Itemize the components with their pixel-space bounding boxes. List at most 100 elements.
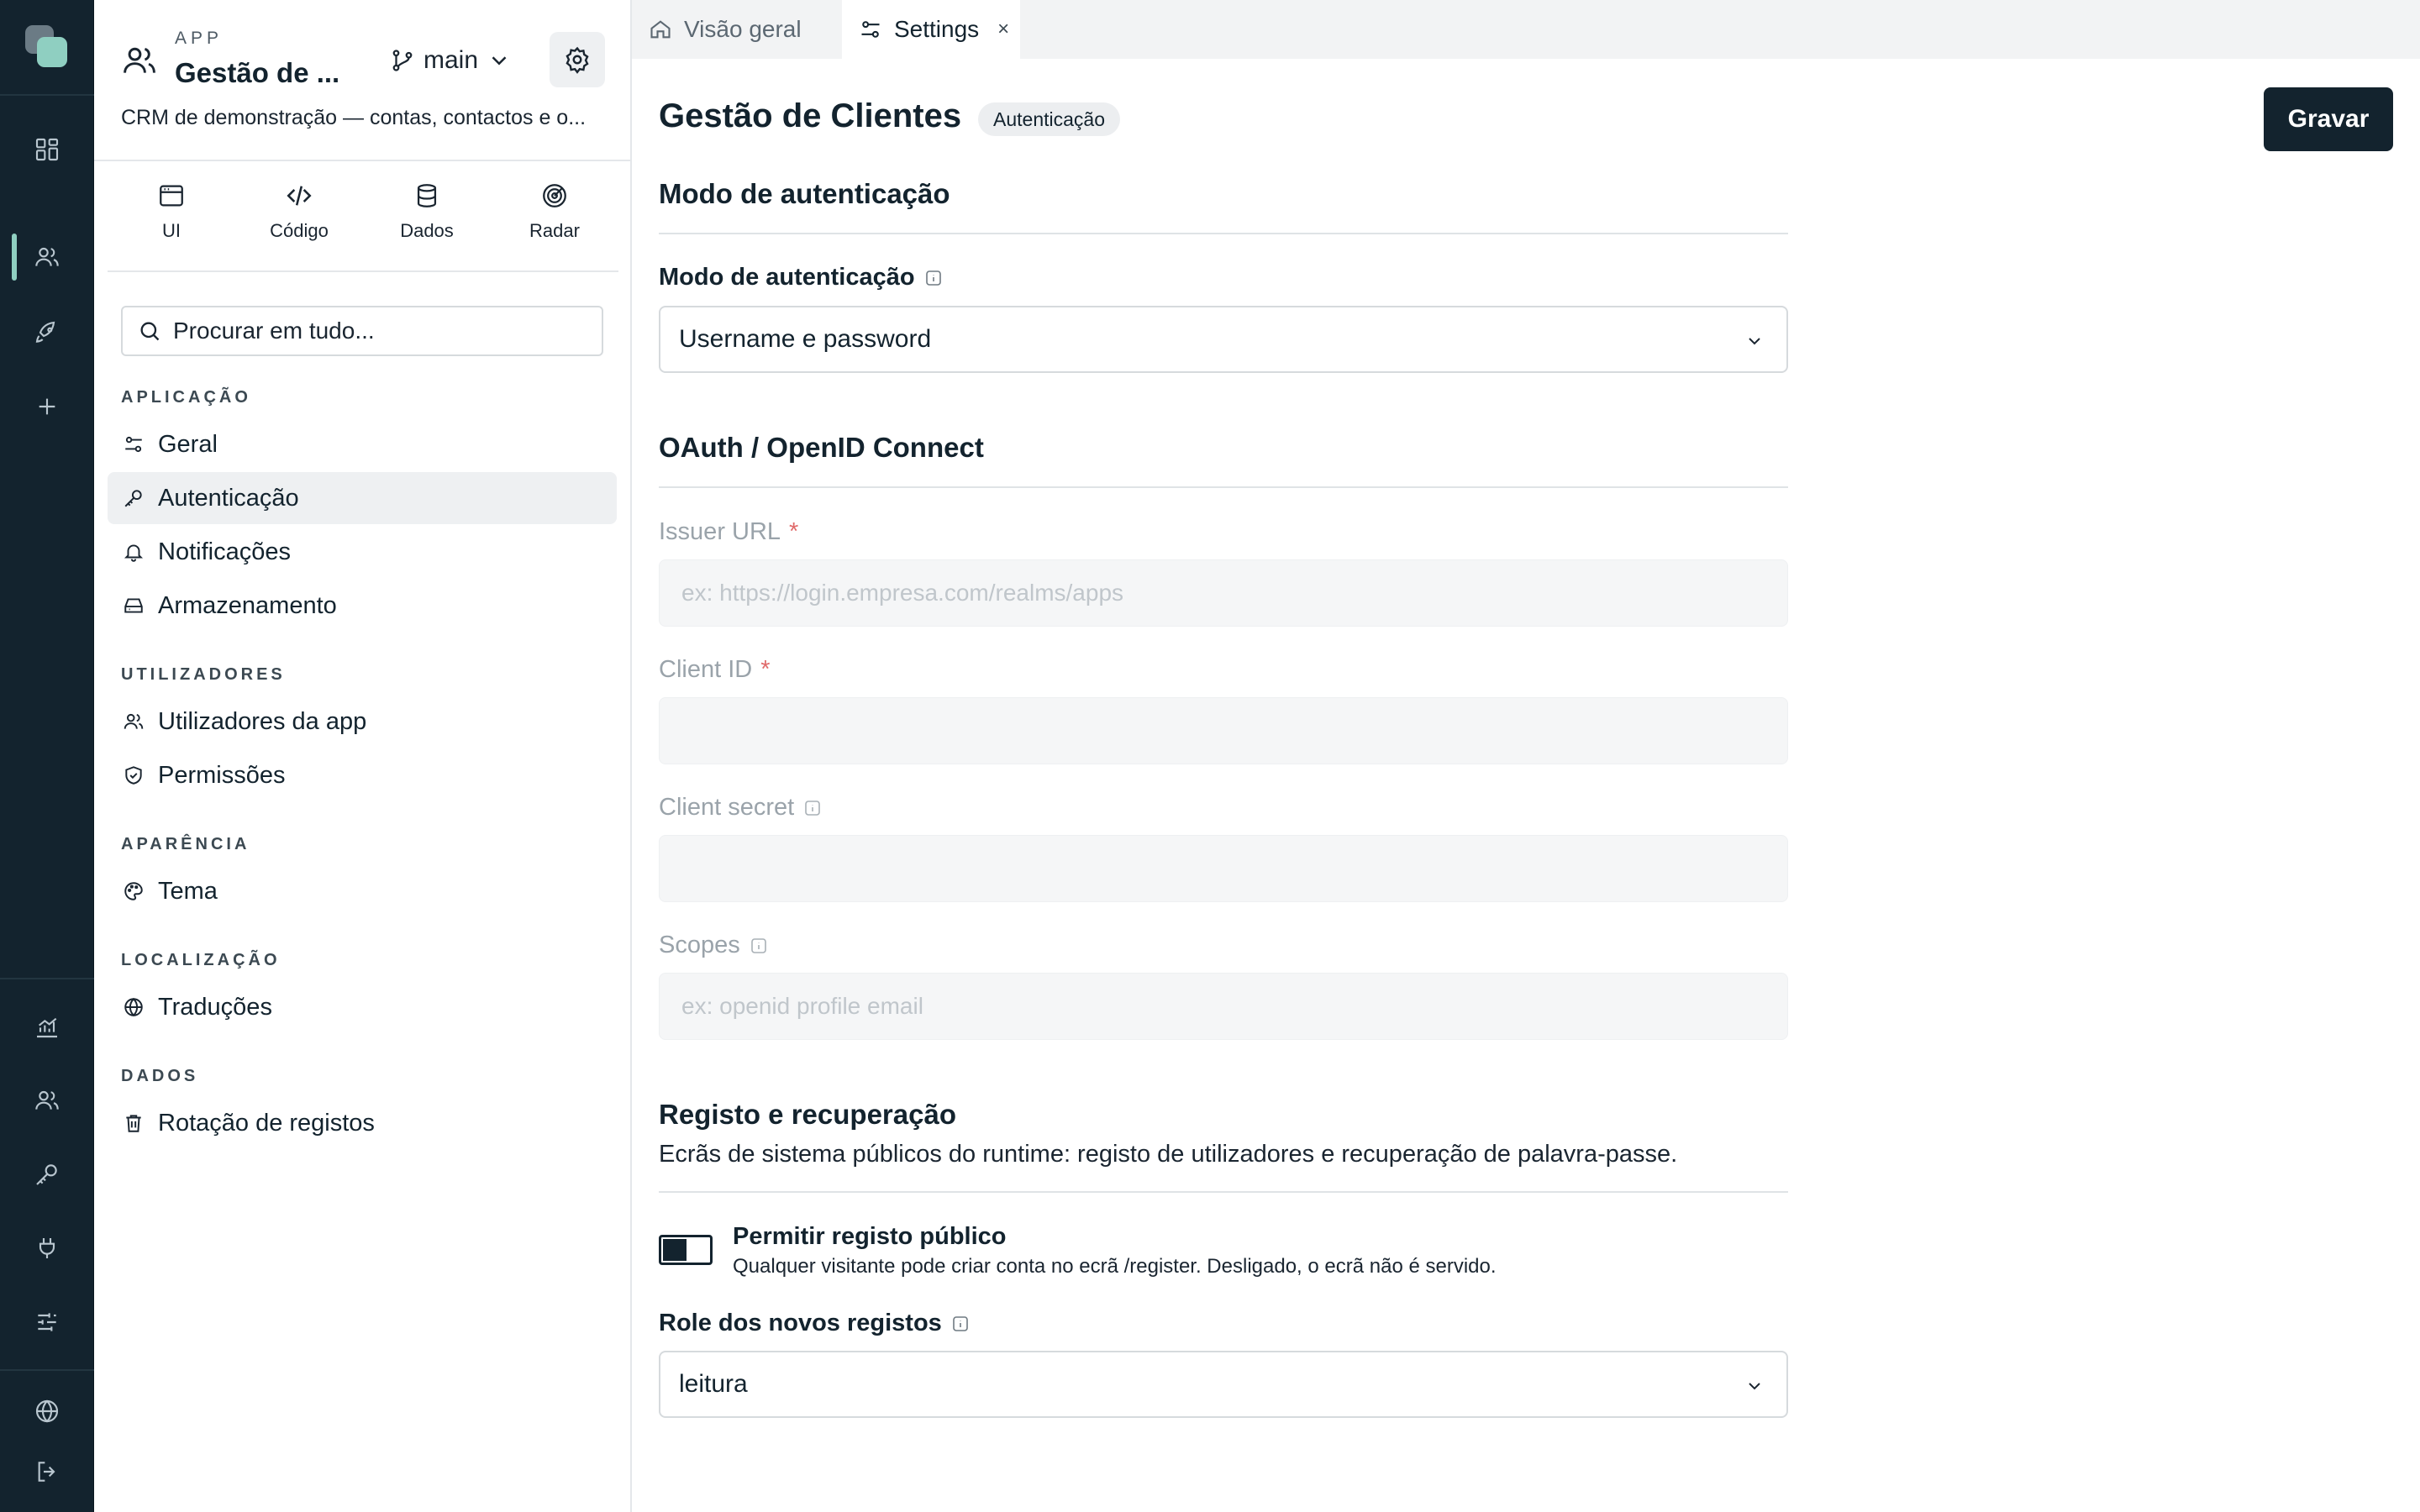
search-input[interactable]: Procurar em tudo... bbox=[121, 306, 603, 356]
sliders-icon[interactable] bbox=[29, 1304, 66, 1341]
scopes-placeholder: ex: openid profile email bbox=[681, 993, 923, 1019]
mode-label: Dados bbox=[400, 220, 454, 241]
issuer-url-input[interactable]: ex: https://login.empresa.com/realms/app… bbox=[659, 559, 1788, 627]
page-title: Gestão de Clientes bbox=[659, 97, 962, 134]
sidebar-item-label: Tema bbox=[158, 877, 218, 905]
sidebar-item-label: Traduções bbox=[158, 993, 272, 1021]
tab-label: Settings bbox=[894, 16, 980, 42]
users-icon[interactable] bbox=[29, 1082, 66, 1119]
info-icon[interactable] bbox=[749, 936, 769, 956]
shield-check-icon bbox=[123, 764, 145, 786]
mode-code[interactable]: Código bbox=[235, 161, 363, 270]
section-title-auth: Modo de autenticação bbox=[659, 178, 950, 209]
sidebar-item-utilizadores-app[interactable]: Utilizadores da app bbox=[108, 696, 617, 748]
brand-logo-icon[interactable] bbox=[22, 22, 72, 72]
new-role-select[interactable]: leitura bbox=[659, 1351, 1788, 1418]
app-settings-button[interactable] bbox=[550, 32, 605, 87]
toggles-icon bbox=[123, 433, 145, 455]
globe-icon[interactable] bbox=[29, 1393, 66, 1430]
rocket-icon[interactable] bbox=[29, 314, 66, 351]
section-divider bbox=[659, 1191, 1788, 1193]
mode-label: Radar bbox=[529, 220, 580, 241]
sidebar-item-label: Utilizadores da app bbox=[158, 707, 367, 735]
bell-icon bbox=[123, 541, 145, 563]
sidebar-item-label: Permissões bbox=[158, 761, 286, 789]
users-icon bbox=[121, 42, 158, 79]
scopes-label: Scopes bbox=[659, 932, 769, 959]
git-branch-icon bbox=[390, 48, 415, 73]
sidebar-item-label: Geral bbox=[158, 430, 218, 458]
auth-mode-select[interactable]: Username e password bbox=[659, 306, 1788, 373]
branch-selector[interactable]: main bbox=[390, 42, 512, 79]
public-registration-toggle[interactable] bbox=[659, 1235, 713, 1265]
section-title-registration: Registo e recuperação bbox=[659, 1099, 956, 1130]
rail-divider bbox=[0, 978, 94, 979]
mode-switcher: UI Código Dados Radar bbox=[108, 161, 618, 272]
close-icon[interactable]: × bbox=[997, 18, 1009, 41]
users-icon[interactable] bbox=[29, 239, 66, 276]
sidebar-item-armazenamento[interactable]: Armazenamento bbox=[108, 580, 617, 632]
auth-mode-label: Modo de autenticação bbox=[659, 264, 944, 291]
save-button[interactable]: Gravar bbox=[2264, 87, 2393, 151]
key-icon[interactable] bbox=[29, 1156, 66, 1193]
tab-settings[interactable]: Settings × bbox=[842, 0, 1020, 59]
radar-icon bbox=[540, 181, 569, 210]
app-rail bbox=[0, 0, 94, 1512]
sidebar-item-rotacao[interactable]: Rotação de registos bbox=[108, 1097, 617, 1149]
window-icon bbox=[157, 181, 186, 210]
plug-icon[interactable] bbox=[29, 1230, 66, 1267]
trash-icon bbox=[123, 1112, 145, 1134]
code-icon bbox=[285, 181, 313, 210]
chart-icon[interactable] bbox=[29, 1008, 66, 1045]
nav-group-dados: DADOS bbox=[121, 1067, 199, 1085]
sidebar-item-traducoes[interactable]: Traduções bbox=[108, 981, 617, 1033]
tab-visao-geral[interactable]: Visão geral bbox=[632, 0, 842, 59]
info-icon[interactable] bbox=[923, 268, 944, 288]
tab-label: Visão geral bbox=[684, 16, 802, 42]
mode-label: Código bbox=[270, 220, 329, 241]
scopes-label-text: Scopes bbox=[659, 932, 740, 958]
logout-icon[interactable] bbox=[29, 1453, 66, 1490]
scopes-input[interactable]: ex: openid profile email bbox=[659, 973, 1788, 1040]
mode-data[interactable]: Dados bbox=[363, 161, 491, 270]
issuer-url-label-text: Issuer URL bbox=[659, 518, 781, 545]
sidebar-item-geral[interactable]: Geral bbox=[108, 418, 617, 470]
users-icon bbox=[123, 711, 145, 732]
public-registration-label: Permitir registo público bbox=[733, 1223, 1007, 1250]
home-icon bbox=[649, 18, 672, 41]
client-id-input[interactable] bbox=[659, 697, 1788, 764]
required-mark: * bbox=[760, 656, 771, 683]
plus-icon[interactable] bbox=[29, 388, 66, 425]
dashboard-icon[interactable] bbox=[29, 131, 66, 168]
sidebar-item-tema[interactable]: Tema bbox=[108, 865, 617, 917]
new-role-label: Role dos novos registos bbox=[659, 1310, 971, 1337]
section-badge: Autenticação bbox=[978, 102, 1120, 136]
mode-radar[interactable]: Radar bbox=[491, 161, 618, 270]
new-role-value: leitura bbox=[679, 1370, 748, 1398]
database-icon bbox=[413, 181, 441, 210]
toggles-icon bbox=[859, 18, 882, 41]
toggle-knob bbox=[663, 1239, 687, 1261]
rail-divider bbox=[0, 1369, 94, 1371]
app-kicker: APP bbox=[175, 29, 224, 48]
sidebar-item-permissoes[interactable]: Permissões bbox=[108, 749, 617, 801]
client-secret-input[interactable] bbox=[659, 835, 1788, 902]
sidebar-item-label: Notificações bbox=[158, 538, 291, 565]
sidebar-item-autenticacao[interactable]: Autenticação bbox=[108, 472, 617, 524]
palette-icon bbox=[123, 880, 145, 902]
key-icon bbox=[123, 487, 145, 509]
app-header: APP Gestão de ... main CRM de demonstraç… bbox=[94, 0, 632, 161]
nav-group-utilizadores: UTILIZADORES bbox=[121, 665, 286, 684]
section-divider bbox=[659, 233, 1788, 234]
client-secret-label: Client secret bbox=[659, 794, 823, 822]
auth-mode-label-text: Modo de autenticação bbox=[659, 264, 915, 291]
sidebar-item-notificacoes[interactable]: Notificações bbox=[108, 526, 617, 578]
mode-ui[interactable]: UI bbox=[108, 161, 235, 270]
rail-divider bbox=[0, 94, 94, 96]
info-icon[interactable] bbox=[950, 1314, 971, 1334]
client-id-label: Client ID * bbox=[659, 656, 771, 684]
nav-group-aplicacao: APLICAÇÃO bbox=[121, 388, 251, 407]
nav-group-aparencia: APARÊNCIA bbox=[121, 835, 250, 853]
info-icon[interactable] bbox=[802, 798, 823, 818]
sidebar-item-label: Autenticação bbox=[158, 484, 299, 512]
